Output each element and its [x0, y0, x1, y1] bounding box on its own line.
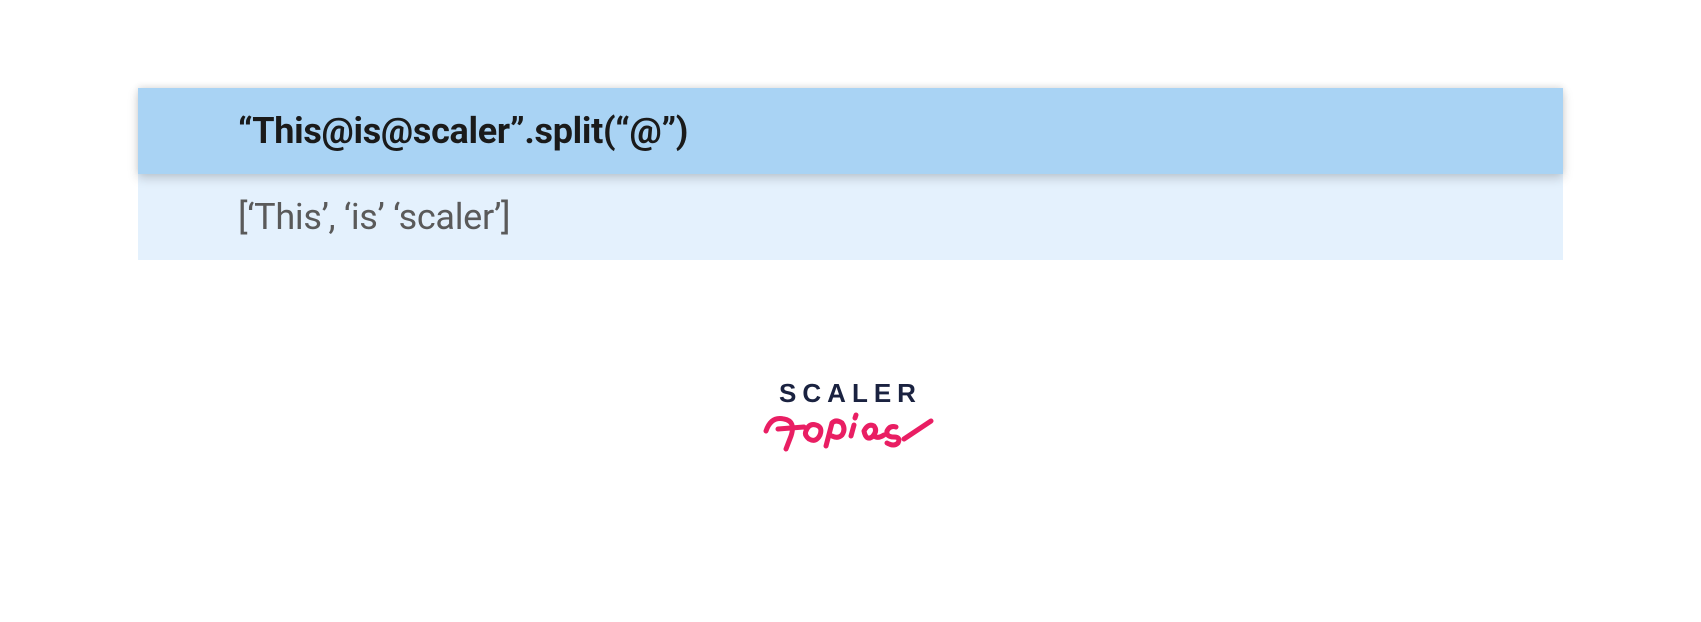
code-input-block: “This@is@scaler”.split(“@”) [138, 88, 1563, 174]
logo-line-topics [756, 401, 946, 461]
code-output-text: [‘This’, ‘is’ ‘scaler’] [238, 196, 1463, 238]
code-input-text: “This@is@scaler”.split(“@”) [238, 110, 1463, 152]
topics-script-icon [756, 401, 946, 461]
scaler-topics-logo: SCALER [756, 378, 946, 461]
code-output-block: [‘This’, ‘is’ ‘scaler’] [138, 174, 1563, 260]
code-example-container: “This@is@scaler”.split(“@”) [‘This’, ‘is… [138, 88, 1563, 260]
